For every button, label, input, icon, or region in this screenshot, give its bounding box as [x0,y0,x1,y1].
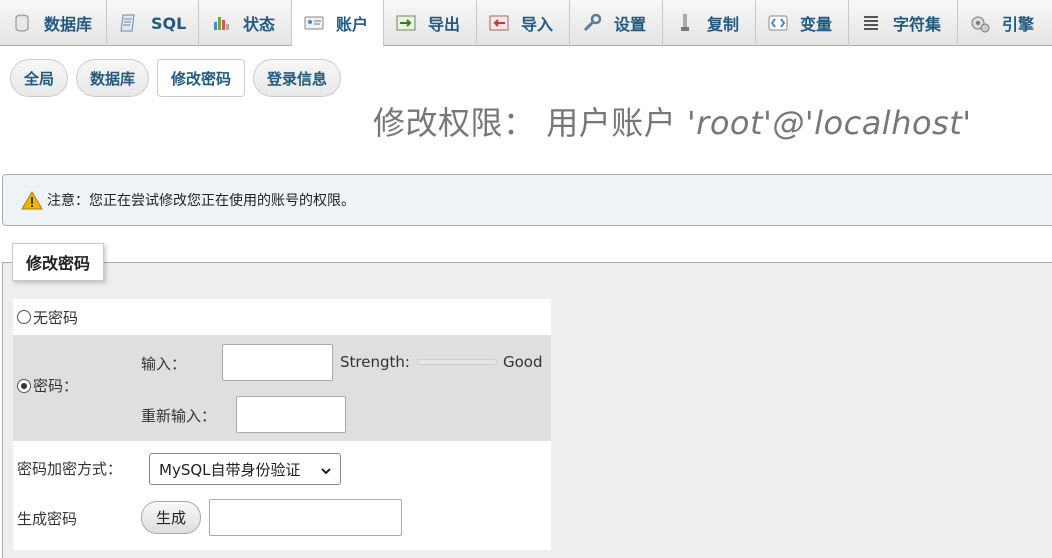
notice-text: 注意：您正在尝试修改您正在使用的账号的权限。 [47,193,355,209]
hash-method-select[interactable]: MySQL自带身份验证 [149,453,341,485]
subtab-global[interactable]: 全局 [10,59,69,97]
page-title: 修改权限： 用户账户 'root'@'localhost' [373,98,972,144]
title-middle: 用户账户 [546,104,677,142]
enter-label: 输入： [141,355,187,373]
reenter-label: 重新输入： [141,407,217,425]
strength-meter [417,359,497,365]
tab-replication[interactable]: 复制 [663,0,756,46]
import-icon [489,13,509,33]
tab-sql[interactable]: SQL [107,0,199,46]
no-password-radio[interactable] [17,310,31,324]
tab-engines[interactable]: 引擎 [958,0,1052,46]
tab-import[interactable]: 导入 [477,0,570,46]
password-form: 无密码 密码： 输入： Strength: Good 重新输入： 密码加密方式：… [13,299,551,550]
password-radio[interactable] [17,379,31,393]
replication-icon [675,13,695,33]
sub-tab-bar: 全局 数据库 修改密码 登录信息 [10,59,342,97]
no-password-row[interactable]: 无密码 [13,299,551,335]
password-row: 密码： 输入： Strength: Good 重新输入： [13,335,551,441]
strength-value: Good [503,353,543,371]
tab-accounts[interactable]: 账户 [292,0,384,47]
tab-charset[interactable]: 字符集 [849,0,958,46]
password-reenter-input[interactable] [236,396,346,433]
generate-button[interactable]: 生成 [141,501,201,534]
tab-databases[interactable]: 数据库 [0,0,107,46]
generated-password-field[interactable] [209,499,402,536]
generate-row: 生成密码 生成 [13,495,551,550]
tab-variables[interactable]: 变量 [756,0,849,46]
generate-label: 生成密码 [17,510,78,528]
tab-settings[interactable]: 设置 [570,0,663,46]
subtab-login-info[interactable]: 登录信息 [253,59,342,97]
tab-export[interactable]: 导出 [384,0,477,46]
hash-method-label: 密码加密方式： [17,460,123,478]
password-label: 密码： [33,377,79,395]
notice-box: 注意：您正在尝试修改您正在使用的账号的权限。 [2,174,1052,226]
password-input[interactable] [222,344,333,381]
settings-icon [582,13,602,33]
top-tab-bar: 数据库 SQL 状态 账户 导出 导入 设置 复制 变量 字符集 引擎 [0,0,1052,47]
export-icon [396,13,416,33]
sql-icon [119,13,139,33]
fieldset-legend: 修改密码 [12,243,105,281]
password-radio-group[interactable]: 密码： [17,375,78,396]
title-account: 'root'@'localhost' [686,104,972,142]
warning-icon [21,190,43,210]
accounts-icon [304,13,324,33]
status-icon [211,13,231,33]
subtab-change-password[interactable]: 修改密码 [157,59,246,97]
database-icon [12,13,32,33]
tab-status[interactable]: 状态 [199,0,292,46]
hash-method-value: MySQL自带身份验证 [159,460,301,479]
charset-icon [861,13,881,33]
strength-label: Strength: [340,353,410,371]
chevron-down-icon [320,463,332,481]
title-prefix: 修改权限： [373,104,536,142]
no-password-label: 无密码 [33,308,79,327]
variables-icon [768,13,788,33]
subtab-database[interactable]: 数据库 [76,59,150,97]
engine-icon [970,13,990,33]
hashing-row: 密码加密方式： MySQL自带身份验证 [13,441,551,495]
